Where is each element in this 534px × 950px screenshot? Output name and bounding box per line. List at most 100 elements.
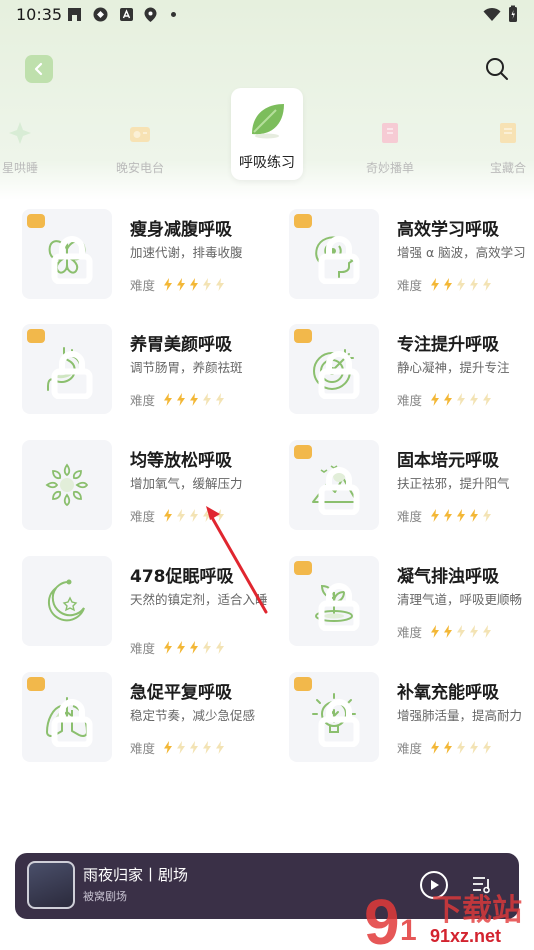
tab-star-sleep[interactable]: 星哄睡 <box>0 120 65 176</box>
bolt-icon <box>457 509 466 522</box>
location-notification-icon <box>144 7 157 22</box>
tab-label: 宝藏合 <box>489 161 526 175</box>
star-icon <box>9 122 31 144</box>
breathing-card[interactable]: 凝气排浊呼吸 清理气道，呼吸更顺畅 难度 <box>289 556 534 656</box>
card-description: 扶正祛邪，提升阳气 <box>397 476 510 491</box>
wifi-icon <box>483 7 501 21</box>
tab-label: 晚安电台 <box>115 161 164 175</box>
card-thumbnail <box>22 672 112 762</box>
card-thumbnail <box>22 556 112 646</box>
leaf-icon <box>252 104 284 139</box>
card-thumbnail <box>289 556 379 646</box>
tab-breathing[interactable]: 呼吸练习 <box>231 88 303 180</box>
lock-icon <box>27 329 93 399</box>
album-cover[interactable] <box>27 861 75 909</box>
bolt-icon <box>470 625 479 638</box>
bolt-icon <box>177 509 186 522</box>
app-notification-icon <box>68 8 81 21</box>
bolt-icon <box>177 393 186 406</box>
bolt-icon <box>177 278 186 291</box>
leaf-ring-icon <box>45 463 89 507</box>
bolt-icon <box>203 278 212 291</box>
search-icon[interactable] <box>484 56 510 82</box>
tab-label: 呼吸练习 <box>239 155 295 171</box>
svg-text:9: 9 <box>364 886 400 948</box>
bolt-icon <box>203 641 212 654</box>
bolt-icon <box>190 278 199 291</box>
card-title: 专注提升呼吸 <box>397 335 499 355</box>
bolt-icon <box>216 278 225 291</box>
card-description: 增加氧气，缓解压力 <box>130 476 243 491</box>
bolt-icon <box>203 393 212 406</box>
bolt-icon <box>216 393 225 406</box>
bolt-icon <box>457 278 466 291</box>
breathing-card[interactable]: 专注提升呼吸 静心凝神，提升专注 难度 <box>289 324 534 424</box>
card-title: 急促平复呼吸 <box>130 683 232 703</box>
bolt-icon <box>470 509 479 522</box>
difficulty-label: 难度 <box>130 509 156 524</box>
bolt-icon <box>457 741 466 754</box>
book-icon <box>500 123 516 143</box>
card-thumbnail <box>22 440 112 530</box>
moon-icon <box>47 579 85 622</box>
bolt-icon <box>470 278 479 291</box>
difficulty-rating: 难度 <box>130 390 225 409</box>
bolt-icon <box>431 278 440 291</box>
card-description: 增强 α 脑波，高效学习 <box>397 245 526 260</box>
card-thumbnail <box>289 440 379 530</box>
player-title: 雨夜归家丨剧场 <box>83 866 189 884</box>
back-button[interactable] <box>25 55 53 83</box>
chevron-left-icon <box>34 62 43 76</box>
bolt-icon <box>483 509 492 522</box>
card-thumbnail <box>22 209 112 299</box>
breathing-card[interactable]: 高效学习呼吸 增强 α 脑波，高效学习 难度 <box>289 209 534 309</box>
bolt-icon <box>177 741 186 754</box>
card-description: 调节肠胃，养颜祛斑 <box>130 360 243 375</box>
svg-text:1: 1 <box>400 914 417 947</box>
bolt-icon <box>164 641 173 654</box>
difficulty-label: 难度 <box>130 741 156 756</box>
card-title: 补氧充能呼吸 <box>397 683 499 703</box>
bolt-icon <box>470 393 479 406</box>
bolt-icon <box>431 393 440 406</box>
bolt-icon <box>164 393 173 406</box>
bolt-icon <box>164 741 173 754</box>
difficulty-label: 难度 <box>397 393 423 408</box>
card-thumbnail <box>289 324 379 414</box>
tab-night-radio[interactable]: 晚安电台 <box>95 120 185 176</box>
difficulty-label: 难度 <box>397 625 423 640</box>
tab-playlist[interactable]: 奇妙播单 <box>345 120 435 176</box>
tab-treasure[interactable]: 宝藏合 <box>468 120 534 176</box>
tab-label: 星哄睡 <box>1 161 38 175</box>
bolt-icon <box>190 393 199 406</box>
status-bar: 10:35 <box>0 0 534 30</box>
card-title: 均等放松呼吸 <box>130 451 232 471</box>
difficulty-label: 难度 <box>130 393 156 408</box>
card-thumbnail <box>22 324 112 414</box>
card-title: 凝气排浊呼吸 <box>397 567 499 587</box>
bolt-icon <box>164 509 173 522</box>
bolt-icon <box>457 393 466 406</box>
difficulty-rating: 难度 <box>397 506 492 525</box>
breathing-card[interactable]: 瘦身减腹呼吸 加速代谢，排毒收腹 难度 <box>22 209 272 309</box>
lock-icon <box>294 329 360 399</box>
difficulty-rating: 难度 <box>130 275 225 294</box>
difficulty-rating: 难度 <box>397 622 492 641</box>
breathing-card[interactable]: 急促平复呼吸 稳定节奏，减少急促感 难度 <box>22 672 272 772</box>
breathing-card[interactable]: 固本培元呼吸扶正祛邪，提升阳气 难度 <box>289 440 534 540</box>
breathing-card[interactable]: 养胃美颜呼吸 调节肠胃，养颜祛斑 难度 <box>22 324 272 424</box>
difficulty-rating: 难度 <box>397 738 492 757</box>
difficulty-label: 难度 <box>130 641 156 656</box>
bolt-icon <box>483 393 492 406</box>
breathing-card[interactable]: 补氧充能呼吸 增强肺活量，提高耐力 难度 <box>289 672 534 772</box>
bolt-icon <box>190 741 199 754</box>
bolt-icon <box>444 741 453 754</box>
lock-icon <box>294 445 360 515</box>
bolt-icon <box>483 625 492 638</box>
difficulty-label: 难度 <box>397 509 423 524</box>
battery-icon <box>509 5 517 22</box>
bolt-icon <box>431 741 440 754</box>
bolt-icon <box>216 741 225 754</box>
card-title: 固本培元呼吸 <box>397 451 499 471</box>
tab-label: 奇妙播单 <box>365 161 414 175</box>
